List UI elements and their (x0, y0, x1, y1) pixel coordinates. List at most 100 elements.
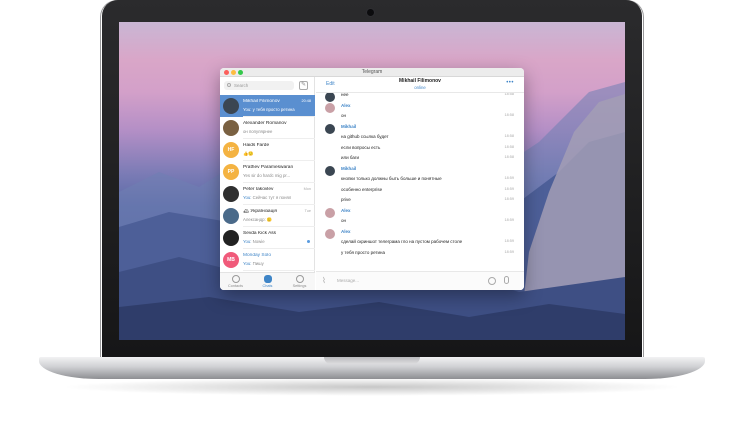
preview-prefix: You: (243, 239, 253, 244)
avatar (223, 98, 239, 114)
message-row: если вопросы есть 18:58 (316, 145, 524, 155)
tab-label: Chats (262, 284, 273, 288)
dialog-preview: You: у тебя просто ретина (243, 107, 309, 112)
avatar (325, 102, 335, 113)
dialog-item[interactable]: Sevda Kick Ass You: Nowie (220, 227, 315, 249)
preview-text: Сейчас тут я понял (252, 195, 292, 200)
avatar (223, 120, 239, 136)
avatar (325, 228, 335, 239)
message-text: prive (341, 197, 351, 202)
message-time: 18:58 (504, 93, 514, 96)
preview-text: Александр: 🙂 (243, 217, 273, 222)
preview-text: Пишу (252, 261, 264, 266)
dialog-item[interactable]: PP Prathev Parameswaran Yes sir do hardc m… (220, 161, 315, 183)
message-time: 18:58 (504, 144, 514, 149)
message-row: сделай скриншот телеграма гло на пустом … (316, 239, 524, 249)
preview-text: у тебя просто ретина (252, 107, 295, 112)
dialog-item[interactable]: Mikhail Filimonov You: у тебя просто рети… (220, 95, 315, 117)
message-author: Alex (341, 102, 351, 108)
dialog-item[interactable]: 🏔 Українізація Александр: 🙂 Tue (220, 205, 315, 227)
message-author: Alex (341, 207, 351, 213)
message-time: 18:59 (504, 249, 514, 254)
avatar (325, 165, 335, 176)
microphone-icon[interactable] (504, 276, 509, 284)
message-row: особенно enterprise 18:59 (316, 187, 524, 197)
preview-prefix: You: (243, 261, 253, 266)
compose-icon[interactable]: ✎ (299, 81, 308, 90)
preview-prefix: You: (243, 195, 253, 200)
window-title: Telegram (361, 69, 383, 75)
message-row: на github ссылка будет 18:58 (316, 134, 524, 144)
message-time: 18:59 (504, 197, 514, 201)
dialog-name: Peter Iakovlev (243, 187, 274, 192)
message-time: 18:58 (504, 113, 514, 117)
message-row: prive 18:59 (316, 197, 524, 207)
dialog-time: 20:48 (301, 99, 311, 103)
message-row: Mikhail (316, 165, 524, 176)
message-author: Mikhail (341, 123, 357, 129)
avatar: MB (223, 252, 239, 268)
avatar (325, 207, 335, 218)
more-options-icon[interactable]: ••• (506, 80, 514, 86)
message-row: он 18:58 (316, 113, 524, 123)
emoji-icon[interactable] (488, 277, 496, 285)
search-input[interactable]: Search (224, 81, 294, 90)
avatar (325, 123, 335, 134)
dialog-time: Mon (303, 187, 311, 191)
message-text: он (341, 218, 346, 223)
tab-settings[interactable]: Settings (284, 273, 315, 290)
message-text: у тебя просто ретина (341, 249, 386, 255)
preview-text: Yes sir do hardc mig pr... (243, 173, 291, 178)
settings-icon (295, 275, 304, 283)
telegram-window: Telegram Search ✎ Mikhail Filimonov You: … (220, 68, 524, 290)
dialog-name: Haids Farde (243, 143, 270, 148)
dialog-name: Monday Solo (243, 253, 271, 258)
preview-prefix: You: (243, 107, 253, 112)
message-text: нее (341, 93, 349, 97)
dialogs-sidebar: Search ✎ Mikhail Filimonov You: у тебя пр… (220, 77, 315, 290)
avatar (223, 230, 239, 246)
avatar (325, 93, 335, 102)
message-row: Alex (316, 228, 524, 239)
dialog-item[interactable]: Peter Iakovlev You: Сейчас тут я понял Mon (220, 183, 315, 205)
tab-chats[interactable]: Chats (252, 273, 283, 290)
message-input[interactable]: Message... (334, 276, 488, 286)
avatar: HF (223, 142, 239, 158)
tab-label: Contacts (228, 284, 243, 288)
peer-name: Mikhail Filimonov (399, 78, 441, 84)
peer-status: online (414, 85, 426, 90)
preview-text: он популярнее (243, 129, 273, 134)
dialog-name: 🏔 Українізація (243, 209, 278, 214)
dialog-item[interactable]: Alexander Romanov он популярнее (220, 117, 315, 139)
camera-icon (367, 9, 374, 16)
chat-panel: Edit Mikhail Filimonov online ••• нее 18:… (316, 77, 524, 290)
divider (243, 270, 315, 271)
tab-contacts[interactable]: Contacts (220, 273, 251, 290)
message-text: он (341, 113, 346, 118)
dialog-item[interactable]: MB Monday Solo You: Пишу (220, 249, 315, 271)
message-text: особенно enterprise (341, 186, 383, 192)
search-icon (227, 83, 231, 87)
message-author: Mikhail (341, 165, 357, 171)
message-row: у тебя просто ретина 18:59 (316, 250, 524, 260)
message-text: или баги (341, 155, 360, 160)
message-time: 18:59 (504, 239, 514, 243)
tab-label: Settings (292, 284, 307, 288)
chats-icon (263, 275, 272, 283)
dialog-preview: он популярнее (243, 129, 309, 134)
dialog-name: Alexander Romanov (243, 121, 287, 126)
message-text: если вопросы есть (341, 144, 381, 150)
paperclip-icon[interactable]: ⌇ (322, 276, 326, 285)
message-time: 18:59 (504, 176, 514, 180)
dialog-item[interactable]: HF Haids Farde 👍🙂 (220, 139, 315, 161)
message-list: нее 18:58 Alex он 18:58 Mikhail на github ссыл… (316, 93, 524, 271)
message-row: или баги 18:58 (316, 155, 524, 165)
dialog-preview: You: Nowie (243, 239, 309, 244)
message-row: Alex (316, 102, 524, 113)
message-time: 18:58 (504, 134, 514, 138)
unread-dot-icon (307, 240, 310, 243)
dialog-name: Prathev Parameswaran (243, 165, 294, 170)
dialog-name: Sevda Kick Ass (243, 231, 277, 236)
message-text: на github ссылка будет (341, 134, 389, 139)
message-text: кнопки только должны быть больше и понят… (341, 176, 442, 181)
